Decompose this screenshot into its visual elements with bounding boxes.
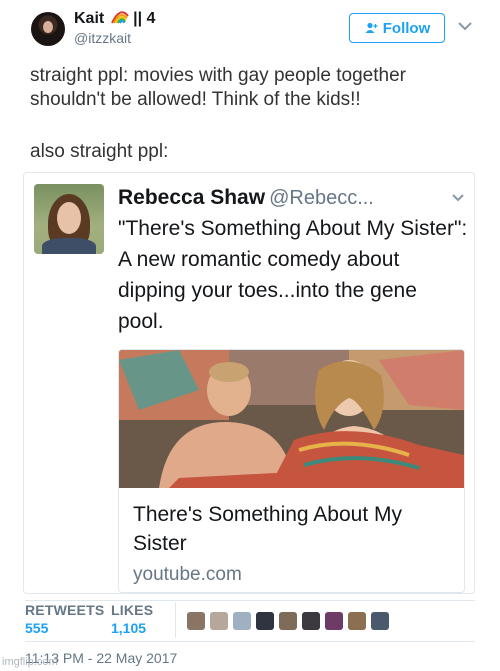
liker-avatar[interactable] (233, 612, 251, 630)
link-card-image[interactable] (119, 350, 464, 488)
tweet-text: straight ppl: movies with gay people tog… (30, 65, 406, 110)
liker-avatar[interactable] (371, 612, 389, 630)
likes-label: LIKES (111, 602, 154, 618)
video-thumbnail-image (119, 350, 464, 488)
liker-avatar[interactable] (325, 612, 343, 630)
quoted-author-avatar[interactable] (34, 184, 104, 254)
author-handle[interactable]: @itzzkait (74, 30, 131, 46)
liker-avatar[interactable] (302, 612, 320, 630)
retweets-count[interactable]: 555 (25, 620, 48, 636)
link-card[interactable]: There's Something About My Sister youtub… (118, 349, 465, 593)
liker-avatar[interactable] (348, 612, 366, 630)
author-name-text: Kait (74, 10, 105, 27)
follow-button[interactable]: Follow (349, 13, 445, 43)
follow-button-label: Follow (382, 19, 431, 37)
author-name[interactable]: Kait || 4 (74, 10, 155, 28)
quoted-tweet[interactable]: Rebecca Shaw @Rebecc... "There's Somethin… (23, 172, 475, 594)
divider (25, 641, 475, 642)
liker-avatar[interactable] (187, 612, 205, 630)
tweet-text-second-line: also straight ppl: (30, 141, 169, 162)
quoted-author[interactable]: Rebecca Shaw @Rebecc... (118, 186, 374, 210)
quoted-author-handle: @Rebecc... (269, 187, 374, 209)
liker-avatar[interactable] (279, 612, 297, 630)
add-user-icon (365, 22, 378, 33)
liker-avatar[interactable] (210, 612, 228, 630)
quoted-tweet-text: "There's Something About My Sister": A n… (118, 217, 468, 333)
author-name-suffix: || 4 (133, 10, 156, 27)
divider (25, 600, 475, 601)
chevron-down-icon[interactable] (455, 16, 475, 36)
quoted-author-name: Rebecca Shaw (118, 186, 266, 209)
likes-count[interactable]: 1,105 (111, 620, 146, 636)
link-card-title: There's Something About My Sister (133, 503, 402, 555)
author-avatar[interactable] (31, 12, 65, 46)
tweet-header: Kait || 4 @itzzkait Follow (0, 0, 500, 58)
liker-avatar[interactable] (256, 612, 274, 630)
retweets-label: RETWEETS (25, 602, 105, 618)
imgflip-watermark: imgflip.com (2, 656, 58, 668)
divider (175, 602, 176, 638)
chevron-down-icon[interactable] (450, 191, 466, 205)
rainbow-flag-icon (110, 11, 129, 24)
tweet-stats: RETWEETS 555 LIKES 1,105 (25, 602, 475, 640)
link-card-domain: youtube.com (133, 564, 242, 585)
